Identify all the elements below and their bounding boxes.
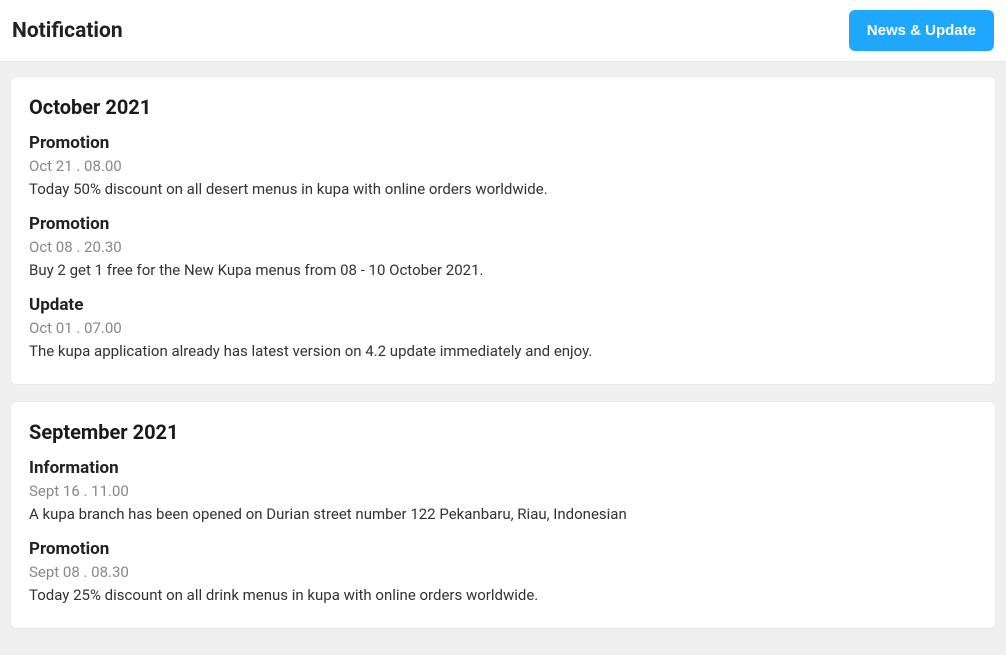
page-header: Notification News & Update <box>0 0 1006 62</box>
news-update-button[interactable]: News & Update <box>849 10 994 51</box>
notification-body: Buy 2 get 1 free for the New Kupa menus … <box>29 260 977 281</box>
notification-item: Promotion Oct 21 . 08.00 Today 50% disco… <box>29 133 977 200</box>
notification-item: Promotion Oct 08 . 20.30 Buy 2 get 1 fre… <box>29 214 977 281</box>
notification-date: Oct 01 . 07.00 <box>29 319 977 337</box>
notification-group-september: September 2021 Information Sept 16 . 11.… <box>10 401 996 629</box>
notification-body: A kupa branch has been opened on Durian … <box>29 504 977 525</box>
notification-title: Promotion <box>29 214 977 234</box>
notification-body: Today 25% discount on all drink menus in… <box>29 585 977 606</box>
notification-title: Information <box>29 458 977 478</box>
notification-date: Sept 08 . 08.30 <box>29 563 977 581</box>
notification-title: Promotion <box>29 133 977 153</box>
notification-body: Today 50% discount on all desert menus i… <box>29 179 977 200</box>
page-title: Notification <box>12 19 123 43</box>
group-title: September 2021 <box>29 420 977 444</box>
notification-title: Promotion <box>29 539 977 559</box>
notification-date: Oct 21 . 08.00 <box>29 157 977 175</box>
notification-date: Sept 16 . 11.00 <box>29 482 977 500</box>
notification-date: Oct 08 . 20.30 <box>29 238 977 256</box>
notification-item: Information Sept 16 . 11.00 A kupa branc… <box>29 458 977 525</box>
content-area: October 2021 Promotion Oct 21 . 08.00 To… <box>0 62 1006 655</box>
notification-item: Promotion Sept 08 . 08.30 Today 25% disc… <box>29 539 977 606</box>
notification-title: Update <box>29 295 977 315</box>
notification-group-october: October 2021 Promotion Oct 21 . 08.00 To… <box>10 76 996 385</box>
notification-item: Update Oct 01 . 07.00 The kupa applicati… <box>29 295 977 362</box>
notification-body: The kupa application already has latest … <box>29 341 977 362</box>
group-title: October 2021 <box>29 95 977 119</box>
